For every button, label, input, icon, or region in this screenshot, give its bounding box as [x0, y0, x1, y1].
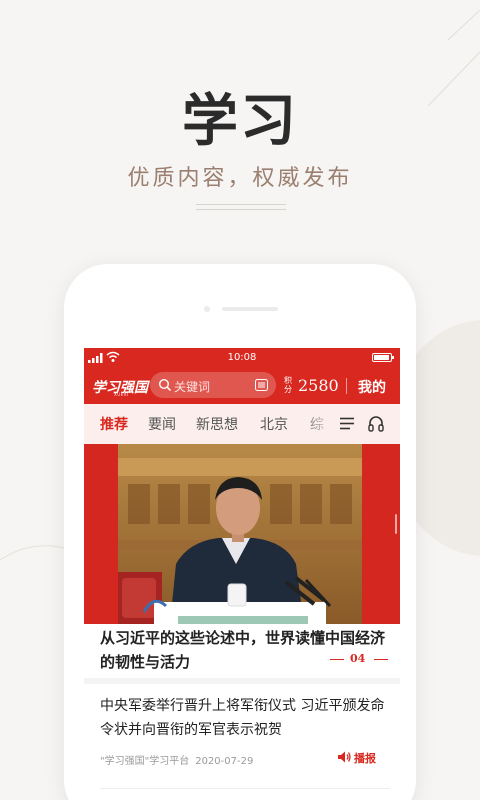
status-time: 10:08 — [227, 352, 257, 363]
pager-line-right — [374, 659, 388, 660]
phone-camera — [204, 306, 210, 312]
article-source: "学习强国"学习平台 — [100, 756, 190, 767]
search-placeholder: 关键词 — [174, 380, 211, 394]
app-screen: 10:08 学习强国 XUEXI 关键词 积分 2580 我的 推荐 要闻 新思… — [84, 348, 400, 800]
hero-subtitle: 优质内容，权威发布 — [127, 166, 353, 191]
feature-headline[interactable]: 从习近平的这些论述中，世界读懂中国经济的韧性与活力 — [100, 626, 390, 674]
broadcast-button[interactable]: 播报 — [338, 750, 398, 765]
points-value: 2580 — [298, 376, 339, 395]
points-label: 积分 — [284, 376, 292, 394]
status-bar: 10:08 — [84, 348, 400, 368]
section-divider — [84, 678, 400, 684]
tab-beijing[interactable]: 北京 — [260, 414, 288, 434]
hero-title: 学习 — [182, 88, 298, 154]
tabs-fade — [300, 404, 334, 444]
search-bar[interactable]: 关键词 — [150, 372, 276, 398]
tab-new-thought[interactable]: 新思想 — [196, 414, 238, 434]
menu-icon[interactable] — [340, 417, 354, 430]
search-menu-icon[interactable] — [255, 379, 268, 391]
app-logo-subtext: XUEXI — [114, 392, 129, 397]
list-divider — [100, 788, 390, 789]
phone-speaker — [222, 307, 278, 311]
feature-carousel[interactable] — [84, 444, 400, 624]
app-bar-divider — [346, 378, 347, 394]
search-icon — [158, 378, 172, 392]
feature-photo — [118, 444, 362, 624]
battery-icon — [372, 353, 394, 362]
carousel-scroll-indicator — [395, 514, 397, 534]
headphone-icon[interactable] — [368, 415, 384, 432]
article-meta: "学习强国"学习平台 2020-07-29 — [100, 752, 253, 767]
broadcast-label: 播报 — [354, 752, 376, 765]
article-title[interactable]: 中央军委举行晋升上将军衔仪式 习近平颁发命令状并向晋衔的军官表示祝贺 — [100, 694, 390, 742]
hero-divider — [196, 204, 286, 210]
pager-line-left — [330, 659, 344, 660]
tab-news[interactable]: 要闻 — [148, 414, 176, 434]
tab-recommend[interactable]: 推荐 — [100, 414, 128, 434]
article-date: 2020-07-29 — [195, 756, 254, 767]
app-bar: 学习强国 XUEXI 关键词 积分 2580 我的 — [84, 368, 400, 404]
speaker-icon — [338, 751, 351, 763]
channel-tabs: 推荐 要闻 新思想 北京 综 — [84, 404, 400, 444]
carousel-page-number: 04 — [350, 652, 366, 665]
carousel-pager: 04 — [330, 652, 390, 666]
my-profile-button[interactable]: 我的 — [358, 377, 386, 397]
